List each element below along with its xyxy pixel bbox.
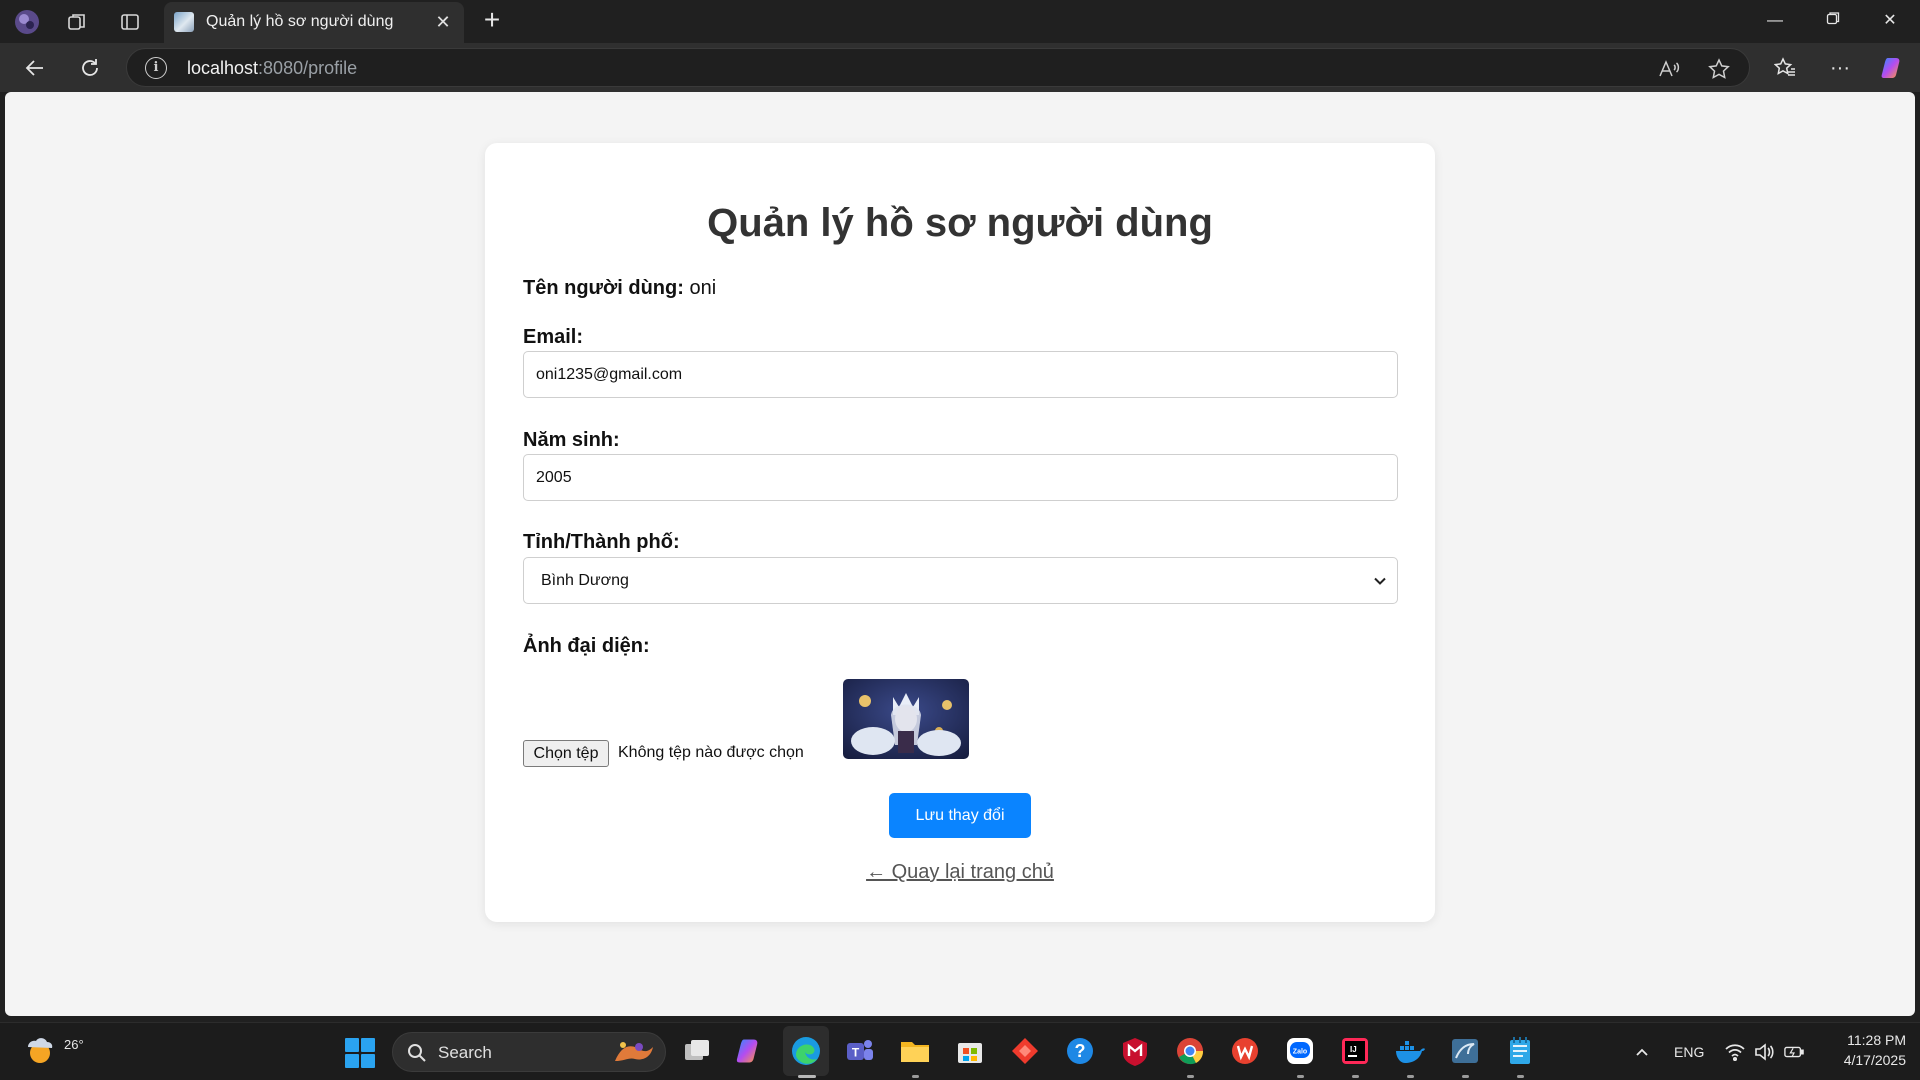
svg-text:T: T — [852, 1046, 860, 1060]
browser-toolbar: i localhost:8080/profile ··· — [0, 43, 1920, 92]
clock-time[interactable]: 11:28 PM — [1834, 1032, 1906, 1048]
birth-year-field[interactable]: 2005 — [523, 454, 1398, 501]
city-label: Tỉnh/Thành phố: — [523, 531, 680, 553]
email-label: Email: — [523, 326, 584, 348]
profile-card: Quản lý hồ sơ người dùng Tên người dùng:… — [485, 143, 1435, 922]
email-field[interactable]: oni1235@gmail.com — [523, 351, 1398, 398]
new-tab-icon[interactable]: + — [478, 6, 506, 35]
browser-titlebar: Quản lý hồ sơ người dùng ✕ + — ✕ — [0, 0, 1920, 43]
save-button[interactable]: Lưu thay đổi — [889, 793, 1031, 838]
running-indicator — [1407, 1075, 1414, 1078]
restore-icon[interactable] — [1818, 8, 1848, 34]
volume-icon[interactable] — [1754, 1042, 1774, 1062]
tab-actions-icon[interactable] — [117, 9, 143, 35]
search-highlight-icon — [615, 1042, 653, 1061]
windows-taskbar: 26° Search T ? Zalo IJ ENG 11:28 PM 4/17… — [0, 1022, 1920, 1080]
search-placeholder: Search — [438, 1043, 492, 1062]
running-indicator — [912, 1075, 919, 1078]
running-indicator — [1517, 1075, 1524, 1078]
page-title: Quản lý hồ sơ người dùng — [707, 201, 1213, 245]
choose-file-button[interactable]: Chọn tệp — [523, 740, 609, 767]
close-window-icon[interactable]: ✕ — [1875, 8, 1905, 34]
copilot-icon[interactable] — [1878, 53, 1908, 83]
username-value: oni — [689, 277, 717, 299]
tab-favicon-icon — [174, 12, 194, 32]
clock-date[interactable]: 4/17/2025 — [1826, 1052, 1906, 1068]
chevron-up-icon[interactable] — [1632, 1042, 1652, 1062]
weather-sun-cloud-icon — [28, 1038, 53, 1063]
svg-text:Zalo: Zalo — [1293, 1049, 1307, 1056]
anydesk-icon[interactable] — [1008, 1034, 1042, 1068]
wps-office-icon[interactable] — [1228, 1034, 1262, 1068]
zalo-icon[interactable]: Zalo — [1283, 1034, 1317, 1068]
favorite-star-icon[interactable] — [1707, 57, 1731, 81]
weather-temp: 26° — [64, 1037, 84, 1052]
address-bar[interactable]: i localhost:8080/profile — [126, 48, 1750, 87]
running-indicator — [1462, 1075, 1469, 1078]
running-indicator — [1187, 1075, 1194, 1078]
search-icon — [408, 1044, 426, 1062]
profile-avatar-icon[interactable] — [14, 9, 40, 35]
more-menu-icon[interactable]: ··· — [1825, 53, 1855, 83]
svg-text:?: ? — [1075, 1041, 1086, 1061]
birth-year-value: 2005 — [536, 469, 572, 486]
copilot-app-icon[interactable] — [733, 1034, 767, 1068]
edge-browser-icon[interactable] — [789, 1034, 823, 1068]
refresh-icon[interactable] — [75, 53, 105, 83]
teams-icon[interactable]: T — [843, 1034, 877, 1068]
back-home-link[interactable]: ← Quay lại trang chủ — [485, 861, 1435, 884]
favorites-icon[interactable] — [1770, 53, 1800, 83]
birth-year-label: Năm sinh: — [523, 429, 620, 451]
city-selected-value: Bình Dương — [541, 572, 629, 589]
docker-icon[interactable] — [1393, 1034, 1427, 1068]
notepad-icon[interactable] — [1503, 1034, 1537, 1068]
chevron-down-icon — [1373, 558, 1387, 603]
file-status-text: Không tệp nào được chọn — [618, 744, 804, 761]
username-row: Tên người dùng: oni — [523, 277, 716, 300]
read-aloud-icon[interactable] — [1657, 57, 1681, 81]
wifi-icon[interactable] — [1725, 1042, 1745, 1062]
task-view-icon[interactable] — [680, 1034, 714, 1068]
avatar-label: Ảnh đại diện: — [523, 635, 650, 657]
help-icon[interactable]: ? — [1063, 1034, 1097, 1068]
close-tab-icon[interactable]: ✕ — [432, 11, 454, 33]
microsoft-store-icon[interactable] — [953, 1034, 987, 1068]
workspaces-icon[interactable] — [64, 9, 90, 35]
back-arrow-icon[interactable] — [20, 53, 50, 83]
battery-icon[interactable] — [1784, 1042, 1804, 1062]
running-indicator — [1297, 1075, 1304, 1078]
start-windows-icon[interactable] — [345, 1038, 375, 1068]
intellij-idea-icon[interactable]: IJ — [1338, 1034, 1372, 1068]
weather-widget[interactable]: 26° — [24, 1033, 84, 1069]
avatar-image — [843, 679, 969, 759]
page-viewport: Quản lý hồ sơ người dùng Tên người dùng:… — [5, 92, 1915, 1016]
language-indicator[interactable]: ENG — [1674, 1044, 1704, 1060]
running-indicator — [1352, 1075, 1359, 1078]
tab-profile[interactable]: Quản lý hồ sơ người dùng ✕ — [164, 2, 464, 43]
url-text[interactable]: localhost:8080/profile — [187, 58, 357, 79]
minimize-icon[interactable]: — — [1760, 8, 1790, 34]
active-indicator — [798, 1075, 816, 1078]
mysql-workbench-icon[interactable] — [1448, 1034, 1482, 1068]
username-label: Tên người dùng: — [523, 277, 684, 299]
taskbar-search-box[interactable]: Search — [392, 1032, 666, 1072]
file-explorer-icon[interactable] — [898, 1034, 932, 1068]
tab-title: Quản lý hồ sơ người dùng — [206, 13, 394, 30]
mcafee-icon[interactable] — [1118, 1034, 1152, 1068]
city-select[interactable]: Bình Dương — [523, 557, 1398, 604]
chrome-icon[interactable] — [1173, 1034, 1207, 1068]
svg-text:IJ: IJ — [1350, 1045, 1357, 1054]
site-info-icon[interactable]: i — [145, 57, 167, 79]
email-value: oni1235@gmail.com — [536, 366, 683, 383]
